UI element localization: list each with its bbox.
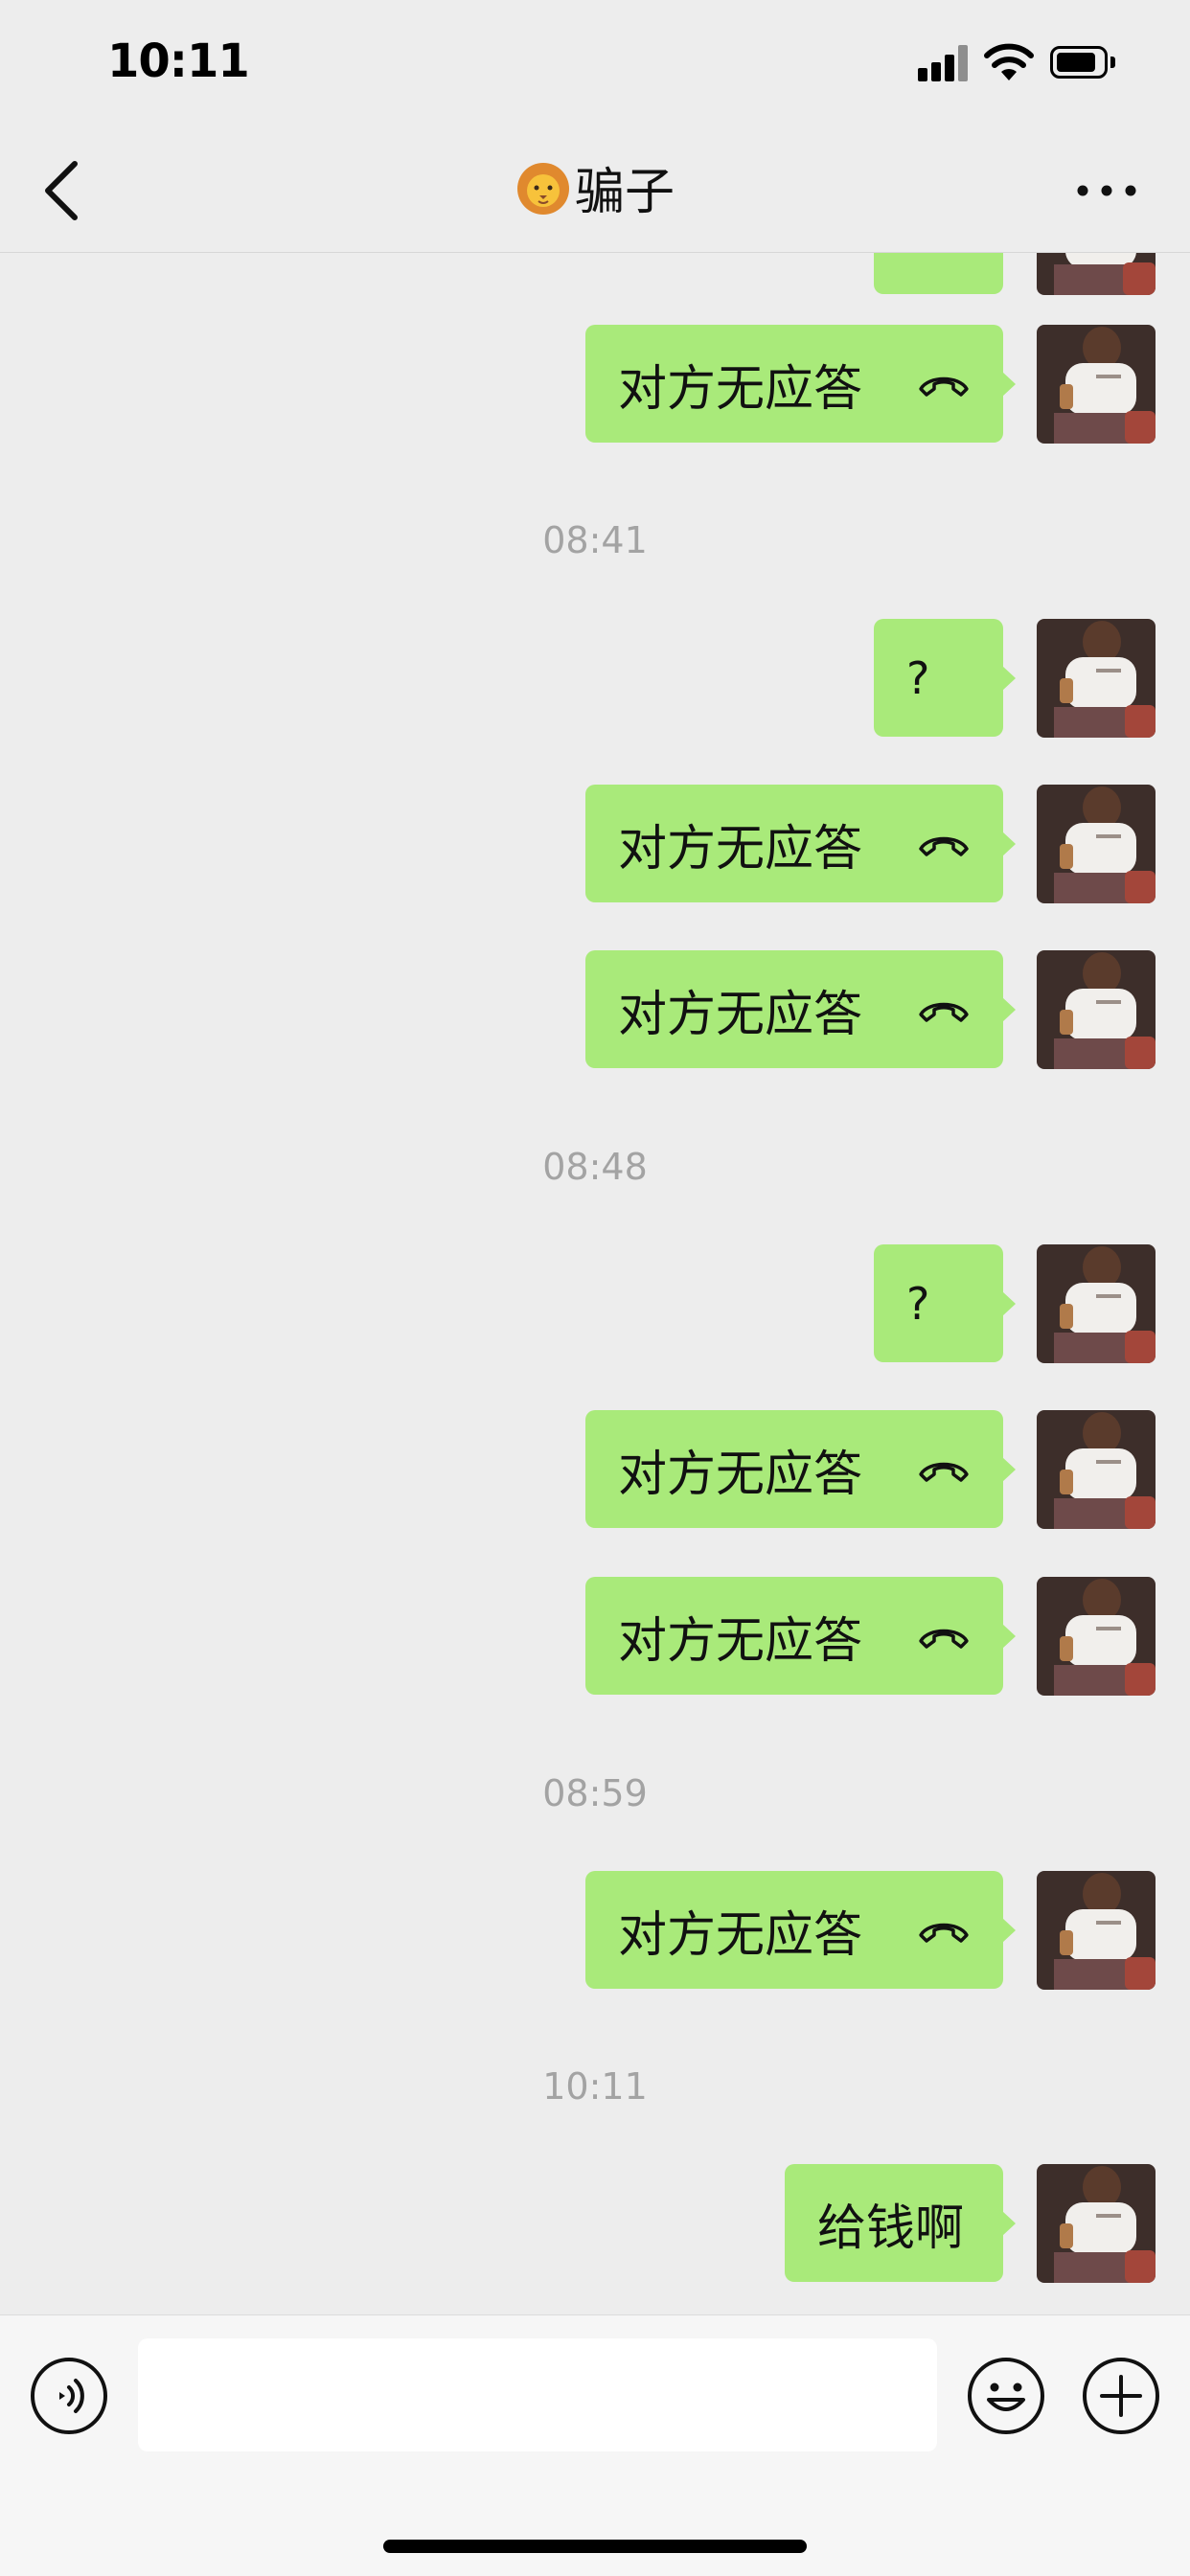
avatar[interactable] (1037, 325, 1156, 444)
call-message-bubble[interactable]: 对方无应答 (585, 325, 1016, 443)
avatar[interactable] (1037, 2164, 1156, 2283)
message-text: ? (906, 651, 930, 704)
status-bar: 10:11 (0, 0, 1190, 129)
call-message-bubble[interactable]: 对方无应答 (585, 1871, 1016, 1989)
text-message-bubble[interactable]: 给钱啊 (785, 2164, 1016, 2282)
call-message-bubble[interactable]: 对方无应答 (585, 785, 1016, 902)
call-status-text: 对方无应答 (618, 820, 863, 878)
avatar[interactable] (1037, 253, 1156, 295)
call-status-text: 对方无应答 (618, 1906, 863, 1964)
avatar[interactable] (1037, 785, 1156, 903)
more-dots-icon (1077, 185, 1136, 196)
message-text: ? (906, 1277, 930, 1330)
text-message-bubble[interactable]: ? (874, 619, 1016, 737)
avatar[interactable] (1037, 1871, 1156, 1990)
message-timestamp: 08:41 (542, 519, 648, 561)
voice-button[interactable] (29, 2356, 109, 2436)
lion-emoji-icon (516, 163, 569, 215)
chat-title: 骗子 (0, 161, 1190, 222)
hang-up-phone-icon (919, 1462, 969, 1482)
message-bubble-partial[interactable] (874, 253, 1003, 294)
message-timestamp: 08:59 (542, 1772, 648, 1814)
call-status-text: 对方无应答 (618, 1446, 863, 1503)
call-status-text: 对方无应答 (618, 986, 863, 1043)
plus-circle-icon (1083, 2358, 1159, 2434)
call-message-bubble[interactable]: 对方无应答 (585, 1410, 1016, 1528)
chat-header: 骗子 (0, 129, 1190, 253)
emoji-smile-icon (968, 2358, 1044, 2434)
avatar[interactable] (1037, 1577, 1156, 1696)
hang-up-phone-icon (919, 1629, 969, 1649)
message-timestamp: 10:11 (542, 2065, 648, 2108)
call-status-text: 对方无应答 (618, 1612, 863, 1670)
message-list[interactable]: 对方无应答 08:41 ? 对方无应答 对方无应答 08:48 ? 对方无应答 … (0, 253, 1190, 2314)
message-timestamp: 08:48 (542, 1146, 648, 1188)
hang-up-phone-icon (919, 1923, 969, 1943)
emoji-button[interactable] (966, 2356, 1046, 2436)
cellular-signal-icon (918, 45, 973, 81)
chat-title-text: 骗子 (574, 164, 675, 221)
avatar[interactable] (1037, 1410, 1156, 1529)
input-bar (0, 2314, 1190, 2576)
message-input[interactable] (138, 2338, 937, 2451)
home-indicator[interactable] (383, 2540, 807, 2553)
call-message-bubble[interactable]: 对方无应答 (585, 1577, 1016, 1695)
more-button[interactable] (1073, 177, 1140, 204)
call-message-bubble[interactable]: 对方无应答 (585, 950, 1016, 1068)
avatar[interactable] (1037, 950, 1156, 1069)
text-message-bubble[interactable]: ? (874, 1244, 1016, 1362)
call-status-text: 对方无应答 (618, 360, 863, 418)
message-text: 给钱啊 (817, 2200, 965, 2257)
avatar[interactable] (1037, 619, 1156, 738)
avatar[interactable] (1037, 1244, 1156, 1363)
status-time: 10:11 (107, 34, 250, 88)
add-button[interactable] (1081, 2356, 1161, 2436)
hang-up-phone-icon (919, 836, 969, 856)
voice-input-icon (31, 2358, 107, 2434)
hang-up-phone-icon (919, 376, 969, 397)
hang-up-phone-icon (919, 1002, 969, 1022)
wifi-icon (984, 43, 1034, 80)
battery-icon (1050, 46, 1117, 82)
